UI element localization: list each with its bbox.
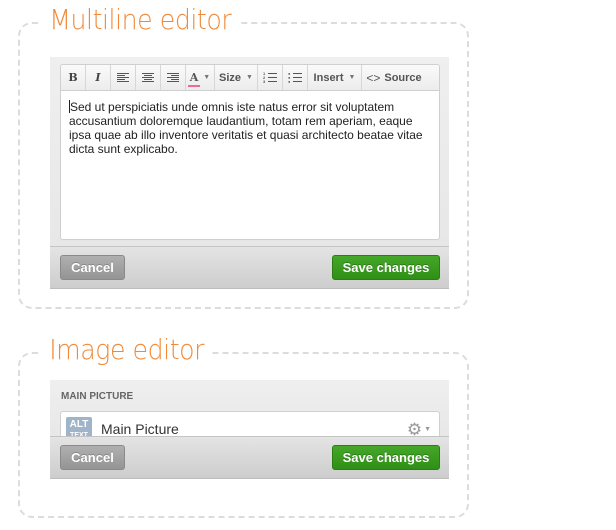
italic-icon: I: [95, 71, 101, 84]
save-changes-button[interactable]: Save changes: [332, 255, 440, 280]
align-right-button[interactable]: [161, 65, 186, 90]
chevron-down-icon: ▼: [246, 74, 253, 81]
editor-toolbar: B I A ▼ Size ▼ 1 2 3 ● ● ● Insert ▼ <> S…: [61, 65, 439, 91]
rich-text-editor: B I A ▼ Size ▼ 1 2 3 ● ● ● Insert ▼ <> S…: [60, 64, 440, 240]
bold-icon: B: [68, 71, 78, 84]
italic-button[interactable]: I: [86, 65, 111, 90]
cancel-button[interactable]: Cancel: [60, 445, 125, 470]
unordered-list-icon: ● ● ●: [288, 71, 302, 84]
align-right-icon: [167, 73, 179, 82]
align-center-icon: [142, 73, 154, 82]
image-editor-footer: Cancel Save changes: [50, 436, 449, 479]
chevron-down-icon: ▼: [348, 74, 356, 81]
source-button[interactable]: <> Source: [362, 65, 426, 90]
size-label: Size: [219, 71, 242, 84]
chevron-down-icon: ▼: [203, 74, 211, 81]
insert-label: Insert: [313, 71, 344, 84]
unordered-list-button[interactable]: ● ● ●: [283, 65, 308, 90]
align-left-icon: [117, 73, 129, 82]
section-title: Image editor: [42, 332, 212, 368]
alt-badge-top: ALT: [69, 419, 89, 430]
image-editor-section: Image editor MAIN PICTURE ALT TEXT Main …: [18, 332, 469, 518]
ordered-list-icon: 123: [263, 71, 277, 84]
text-color-dropdown[interactable]: A ▼: [186, 65, 215, 90]
source-label: Source: [384, 71, 422, 84]
editor-panel: B I A ▼ Size ▼ 1 2 3 ● ● ● Insert ▼ <> S…: [50, 57, 449, 270]
align-left-button[interactable]: [111, 65, 136, 90]
picture-name: Main Picture: [101, 421, 179, 437]
editor-text: Sed ut perspiciatis unde omnis iste natu…: [69, 100, 423, 156]
editor-footer: Cancel Save changes: [50, 246, 449, 289]
bold-button[interactable]: B: [61, 65, 86, 90]
align-center-button[interactable]: [136, 65, 161, 90]
cancel-button[interactable]: Cancel: [60, 255, 125, 280]
insert-dropdown[interactable]: Insert ▼: [308, 65, 362, 90]
editor-content-area[interactable]: Sed ut perspiciatis unde omnis iste natu…: [61, 91, 439, 165]
text-color-icon: A: [187, 71, 200, 87]
main-picture-label: MAIN PICTURE: [61, 391, 134, 402]
chevron-down-icon: ▼: [424, 426, 431, 433]
size-dropdown[interactable]: Size ▼: [215, 65, 258, 90]
code-icon: <>: [366, 70, 381, 85]
save-changes-button[interactable]: Save changes: [332, 445, 440, 470]
section-title: Multiline editor: [42, 2, 239, 38]
ordered-list-button[interactable]: 123: [258, 65, 283, 90]
multiline-editor-section: Multiline editor B I A ▼ Size ▼ 1 2 3 ● …: [18, 2, 469, 309]
